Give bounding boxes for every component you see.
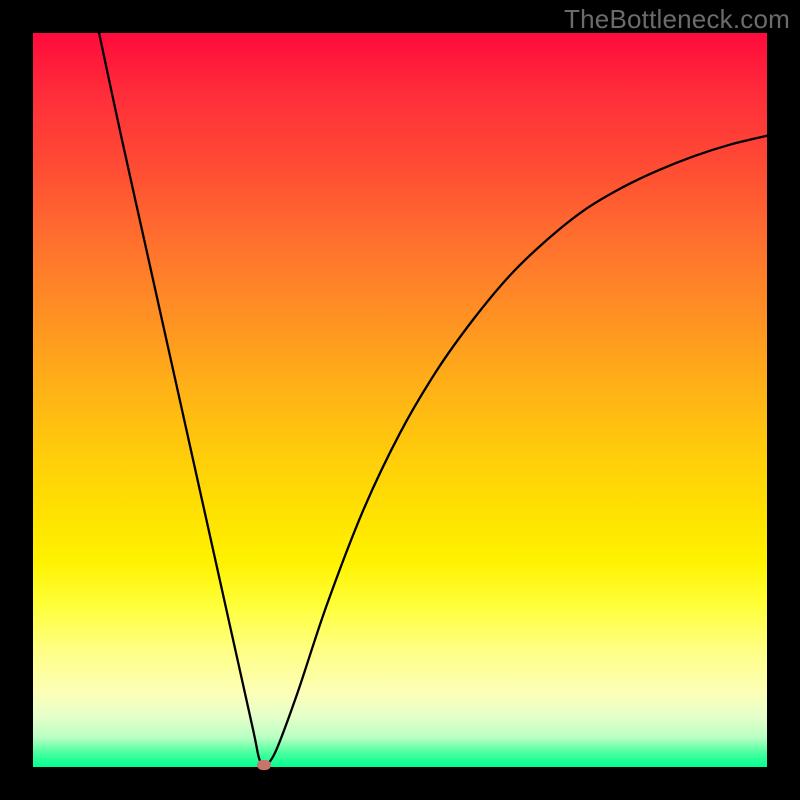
watermark-text: TheBottleneck.com bbox=[564, 4, 790, 35]
minimum-marker bbox=[257, 760, 271, 770]
chart-frame: TheBottleneck.com bbox=[0, 0, 800, 800]
gradient-plot-area bbox=[33, 33, 767, 767]
bottleneck-curve bbox=[33, 33, 767, 767]
